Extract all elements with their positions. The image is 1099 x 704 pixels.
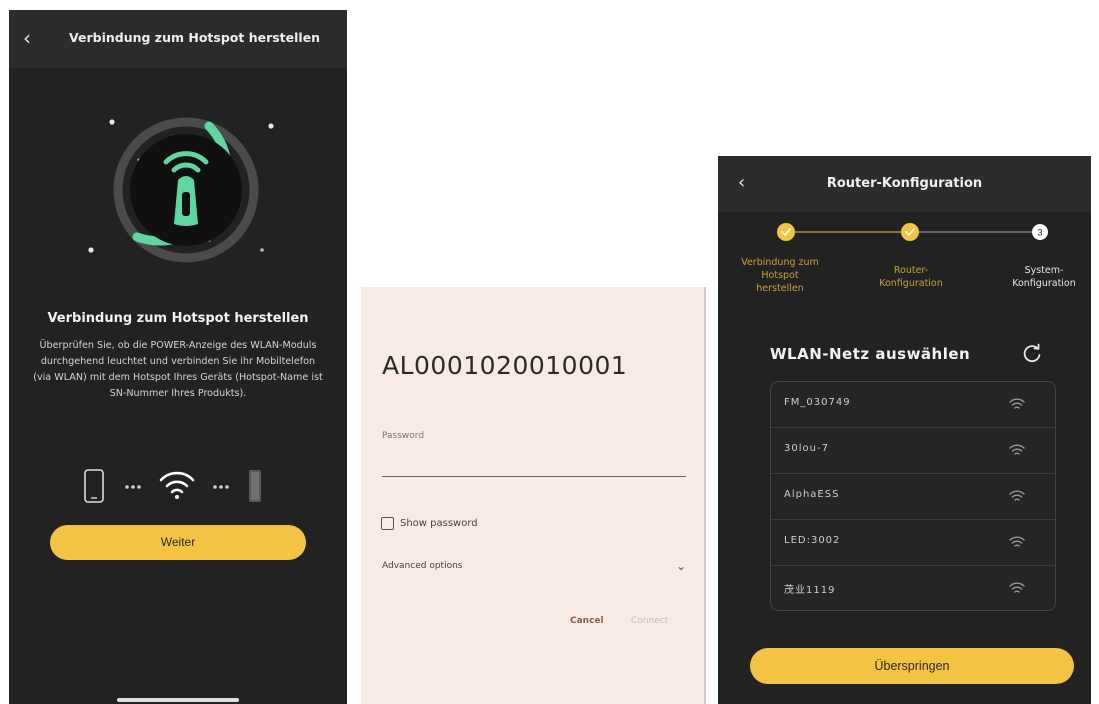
- show-password-checkbox[interactable]: [381, 516, 394, 530]
- list-item[interactable]: FM_030749: [771, 382, 1055, 428]
- advanced-options-toggle[interactable]: Advanced options ⌄: [382, 559, 688, 577]
- progress-stepper: 3: [777, 223, 1048, 241]
- step-3-number: 3: [1037, 228, 1042, 238]
- step-3-marker: 3: [1032, 224, 1048, 240]
- wifi-icon: [1009, 398, 1025, 409]
- connect-button[interactable]: Connect: [631, 616, 668, 626]
- section-title: WLAN-Netz auswählen: [770, 345, 971, 363]
- list-item[interactable]: 茂业1119: [771, 566, 1055, 610]
- step-label-1: Verbindung zum Hotspot herstellen: [741, 257, 819, 294]
- list-item[interactable]: 30lou-7: [771, 428, 1055, 474]
- list-item[interactable]: AlphaESS: [771, 474, 1055, 520]
- network-name: 30lou-7: [784, 443, 829, 454]
- wifi-icon: [1009, 490, 1025, 501]
- wifi-icon: [1009, 536, 1025, 547]
- app-header: ‹ Verbindung zum Hotspot herstellen: [9, 10, 347, 68]
- step-1-done-icon: [777, 223, 795, 241]
- connection-flow: [84, 469, 261, 503]
- wifi-icon: [1009, 582, 1025, 593]
- phone-icon: [84, 469, 104, 503]
- step-2-done-icon: [901, 223, 919, 241]
- instruction-text: Überprüfen Sie, ob die POWER-Anzeige des…: [33, 340, 323, 399]
- show-password-label: Show password: [400, 517, 478, 529]
- app-header: ‹ Router-Konfiguration: [718, 156, 1091, 212]
- password-label: Password: [382, 431, 425, 441]
- advanced-options-label: Advanced options: [382, 561, 463, 571]
- next-button[interactable]: Weiter: [50, 525, 306, 560]
- network-ssid: AL0001020010001: [382, 351, 628, 380]
- network-name: FM_030749: [784, 397, 851, 408]
- wifi-network-list: FM_030749 30lou-7 AlphaESS LED:3002 茂业11…: [770, 381, 1056, 611]
- cancel-button[interactable]: Cancel: [570, 616, 604, 626]
- network-name: LED:3002: [784, 535, 841, 546]
- wifi-password-dialog: AL0001020010001 Password Show password A…: [361, 287, 706, 704]
- password-input[interactable]: [382, 453, 686, 477]
- home-indicator: [117, 698, 239, 702]
- wifi-icon: [1009, 444, 1025, 455]
- network-name: 茂业1119: [784, 585, 836, 596]
- list-item[interactable]: LED:3002: [771, 520, 1055, 566]
- router-signal-icon: [88, 117, 274, 263]
- header-title: Verbindung zum Hotspot herstellen: [69, 30, 321, 45]
- header-title: Router-Konfiguration: [826, 176, 983, 191]
- router-config-screen: ‹ Router-Konfiguration 3 Verbindung zum …: [718, 156, 1091, 704]
- section-title: Verbindung zum Hotspot herstellen: [47, 311, 309, 326]
- network-name: AlphaESS: [784, 489, 840, 500]
- skip-button[interactable]: Überspringen: [750, 648, 1074, 684]
- chevron-left-icon[interactable]: ‹: [23, 26, 47, 50]
- show-password-row[interactable]: Show password: [381, 515, 478, 531]
- wifi-icon: [159, 471, 195, 499]
- refresh-icon[interactable]: [1021, 343, 1043, 365]
- device-icon: [249, 470, 261, 502]
- hotspot-screen: ‹ Verbindung zum Hotspot herstellen Verb…: [9, 10, 347, 704]
- screenshot-collage: ‹ Verbindung zum Hotspot herstellen Verb…: [0, 0, 1099, 704]
- step-label-2: Router- Konfiguration: [879, 265, 943, 289]
- step-label-3: System- Konfiguration: [1012, 265, 1076, 289]
- chevron-down-icon: ⌄: [675, 559, 686, 573]
